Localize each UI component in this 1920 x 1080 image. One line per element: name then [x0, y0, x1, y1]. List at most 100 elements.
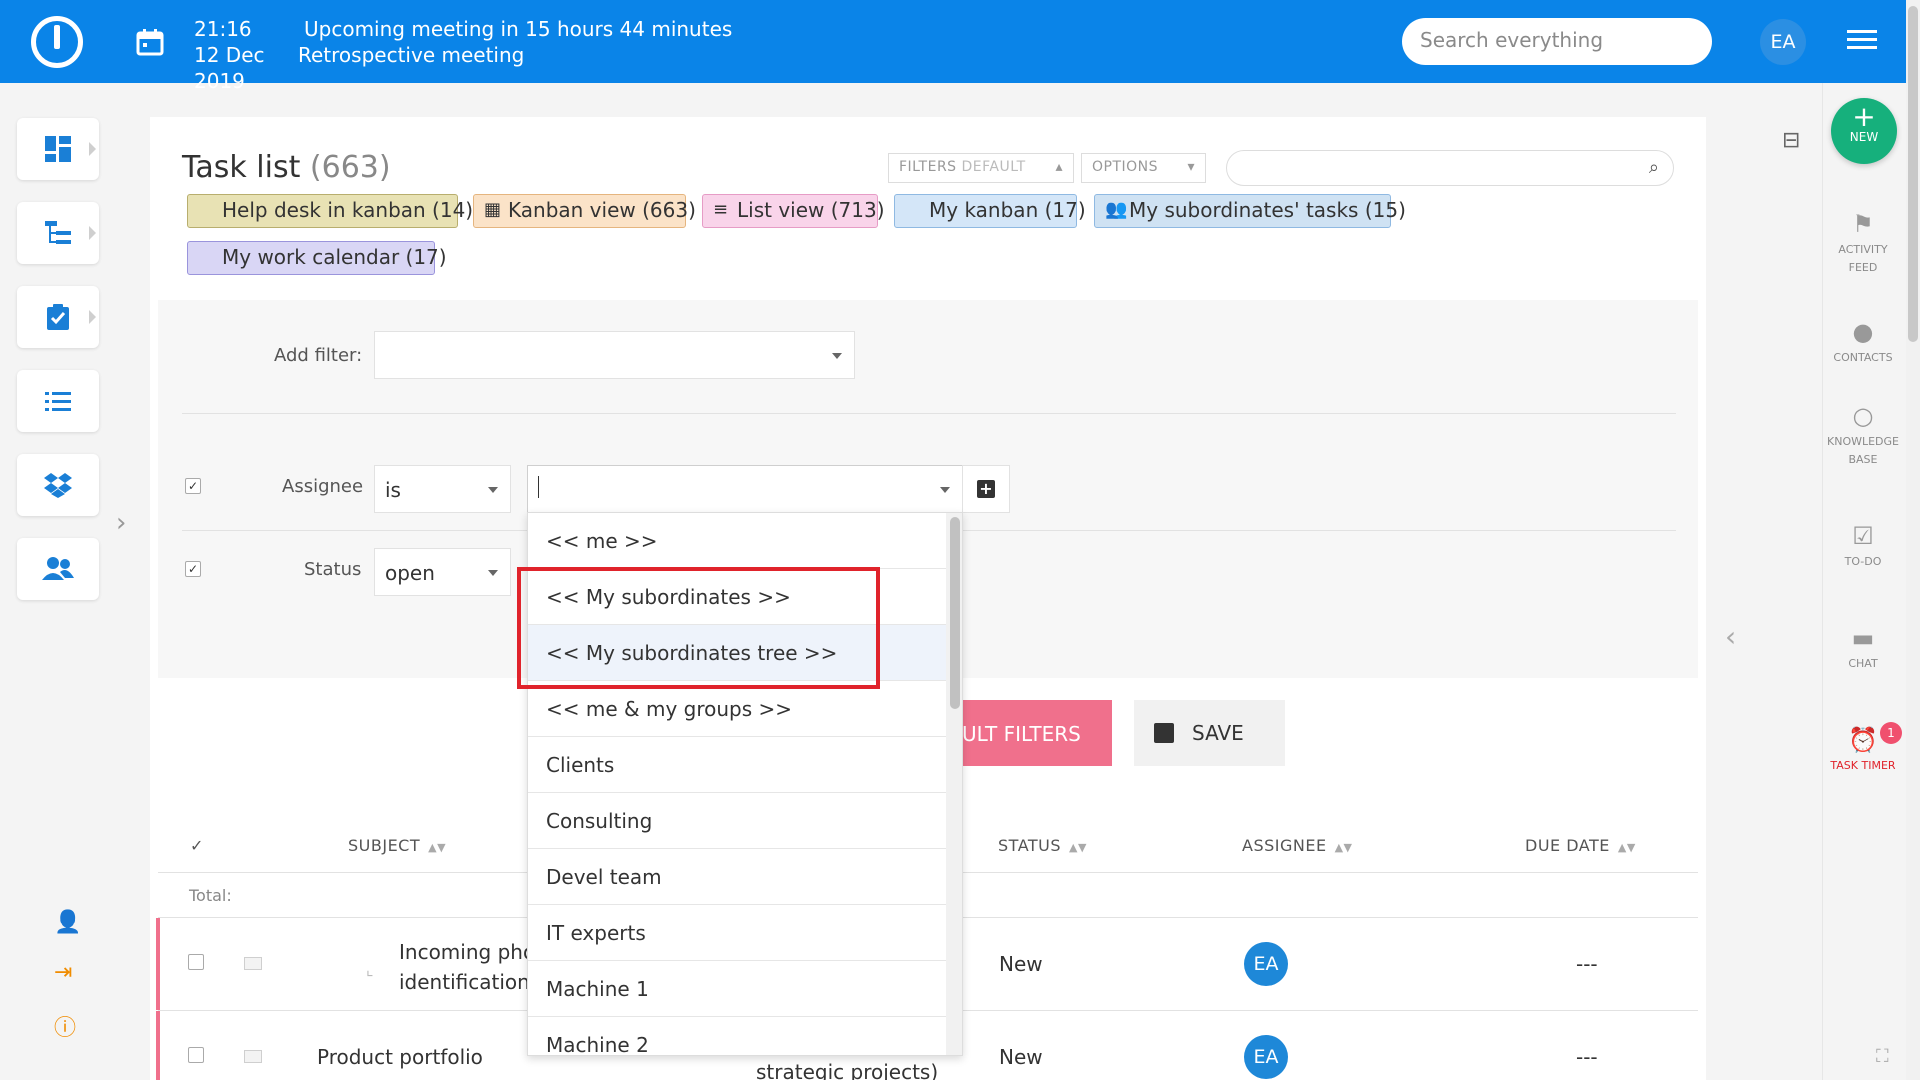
save-button[interactable]: SAVE: [1134, 700, 1285, 766]
list-icon: [45, 392, 71, 411]
tree-view-icon[interactable]: ⊟: [1782, 128, 1800, 153]
filters-label: FILTERS: [899, 159, 957, 175]
collapse-panel-icon[interactable]: ‹: [1725, 620, 1736, 653]
row-assignee-avatar[interactable]: EA: [1244, 942, 1288, 986]
quick-filter-list-view[interactable]: ≡ List view (713): [702, 194, 885, 228]
row-subject-continued: strategic projects): [756, 1060, 939, 1080]
users-button[interactable]: [17, 538, 99, 600]
quick-filter-label: Help desk in kanban (14): [222, 198, 474, 222]
activity-feed-item[interactable]: ⚑ ACTIVITY FEED: [1823, 211, 1903, 277]
subject-line: identification: [399, 970, 530, 994]
fullscreen-icon[interactable]: ⛶: [1876, 1046, 1889, 1067]
quick-filter-kanban-view[interactable]: ▦ Kanban view (663): [473, 194, 696, 228]
mail-icon[interactable]: [244, 1050, 262, 1063]
dropdown-option[interactable]: Devel team: [528, 849, 946, 905]
status-value: open: [385, 561, 435, 585]
app-logo-icon[interactable]: [31, 16, 83, 68]
quick-filter-my-kanban[interactable]: My kanban (17): [894, 194, 1086, 228]
row-checkbox[interactable]: [188, 954, 204, 970]
dashboard-button[interactable]: [17, 118, 99, 180]
dropdown-scrollbar[interactable]: [946, 513, 962, 1055]
page-title-text: Task list: [182, 150, 301, 185]
caret-down-icon: ▾: [1187, 159, 1195, 175]
knowledge-base-item[interactable]: ○ KNOWLEDGE BASE: [1823, 403, 1903, 469]
lightbulb-icon: ○: [1852, 402, 1874, 430]
contacts-item[interactable]: ● CONTACTS: [1823, 319, 1903, 367]
projects-tree-button[interactable]: [17, 202, 99, 264]
list-check-icon: ≡: [713, 199, 729, 220]
subject-column-header[interactable]: SUBJECT ▲▼: [348, 836, 446, 855]
page-title: Task list (663): [182, 150, 391, 185]
row-subject[interactable]: Product portfolio: [317, 1045, 483, 1069]
assignee-filter-checkbox[interactable]: ✓: [185, 478, 201, 494]
row-status: New: [999, 952, 1043, 976]
status-select[interactable]: open: [374, 548, 511, 596]
filters-value: DEFAULT: [961, 159, 1026, 175]
tree-icon: [45, 221, 71, 244]
meeting-time: 21:16: [194, 17, 252, 41]
hamburger-menu-icon[interactable]: [1847, 30, 1877, 52]
dropdown-option[interactable]: Clients: [528, 737, 946, 793]
calendar-icon[interactable]: [136, 28, 164, 56]
assignee-column-header[interactable]: ASSIGNEE ▲▼: [1242, 836, 1352, 855]
sort-icon: ▲▼: [1617, 841, 1636, 854]
new-button[interactable]: + NEW: [1831, 98, 1897, 164]
add-filter-select[interactable]: [374, 331, 855, 379]
chat-item[interactable]: ▬ CHAT: [1823, 625, 1903, 673]
sort-icon: ▲▼: [1334, 841, 1353, 854]
add-user-icon[interactable]: 👤: [54, 910, 81, 935]
rail-label: TO-DO: [1844, 555, 1882, 568]
check-column-header[interactable]: ✓: [190, 836, 204, 855]
row-checkbox[interactable]: [188, 1047, 204, 1063]
divider: [182, 413, 1676, 414]
global-search-input[interactable]: Search everything: [1402, 18, 1712, 65]
plus-icon: +: [1852, 100, 1876, 133]
status-column-header[interactable]: STATUS ▲▼: [998, 836, 1087, 855]
mail-icon[interactable]: [244, 957, 262, 970]
dropdown-option[interactable]: IT experts: [528, 905, 946, 961]
status-filter-checkbox[interactable]: ✓: [185, 561, 201, 577]
todo-item[interactable]: ☑ TO-DO: [1823, 523, 1903, 571]
dropdown-option[interactable]: << me >>: [528, 513, 946, 569]
dropdown-scrollbar-thumb[interactable]: [950, 517, 960, 709]
task-count: (663): [309, 150, 391, 185]
dropdown-option[interactable]: Machine 1: [528, 961, 946, 1017]
user-avatar[interactable]: EA: [1760, 19, 1806, 65]
info-icon[interactable]: ⓘ: [54, 1010, 76, 1042]
save-label: SAVE: [1192, 721, 1244, 745]
upcoming-meeting[interactable]: 21:16 Upcoming meeting in 15 hours 44 min…: [194, 16, 732, 94]
dropdown-option[interactable]: Consulting: [528, 793, 946, 849]
person-icon: ●: [1852, 318, 1874, 346]
chat-icon: ▬: [1851, 624, 1875, 652]
tasks-button[interactable]: [17, 286, 99, 348]
assignee-value-input[interactable]: [527, 465, 963, 513]
quick-filter-subordinates-tasks[interactable]: 👥 My subordinates' tasks (15): [1094, 194, 1406, 228]
row-priority-bar: [156, 1011, 160, 1080]
options-button[interactable]: OPTIONS ▾: [1081, 153, 1206, 183]
sign-in-icon[interactable]: ⇥: [54, 960, 72, 985]
subject-header-label: SUBJECT: [348, 836, 421, 855]
quick-filter-helpdesk-kanban[interactable]: Help desk in kanban (14): [187, 194, 473, 228]
flag-icon: ⚑: [1852, 210, 1874, 238]
assignee-operator-select[interactable]: is: [374, 465, 511, 513]
dropbox-button[interactable]: [17, 454, 99, 516]
row-assignee-avatar[interactable]: EA: [1244, 1035, 1288, 1079]
dropbox-icon: [44, 473, 72, 498]
task-search-input[interactable]: ⌕: [1226, 150, 1674, 186]
page-scrollbar[interactable]: [1906, 0, 1920, 1080]
dropdown-option[interactable]: Machine 2: [528, 1017, 946, 1055]
row-subject[interactable]: Incoming pho identification: [399, 937, 535, 997]
top-bar: 21:16 Upcoming meeting in 15 hours 44 min…: [0, 0, 1920, 93]
status-label: Status: [304, 559, 362, 580]
default-filters-button[interactable]: ULT FILTERS: [950, 700, 1112, 766]
list-button[interactable]: [17, 370, 99, 432]
due-date-column-header[interactable]: DUE DATE ▲▼: [1525, 836, 1636, 855]
right-rail: ⚑ ACTIVITY FEED ● CONTACTS ○ KNOWLEDGE BASE…: [1822, 83, 1902, 1080]
dropdown-option[interactable]: << me & my groups >>: [528, 681, 946, 737]
filters-toggle-button[interactable]: FILTERS DEFAULT ▴: [888, 153, 1074, 183]
quick-filter-work-calendar[interactable]: My work calendar (17): [187, 241, 447, 275]
add-assignee-button[interactable]: +: [962, 465, 1010, 513]
rail-label: ACTIVITY FEED: [1838, 243, 1888, 274]
page-scrollbar-thumb[interactable]: [1908, 6, 1918, 342]
expand-sidebar-icon[interactable]: ›: [116, 508, 126, 538]
